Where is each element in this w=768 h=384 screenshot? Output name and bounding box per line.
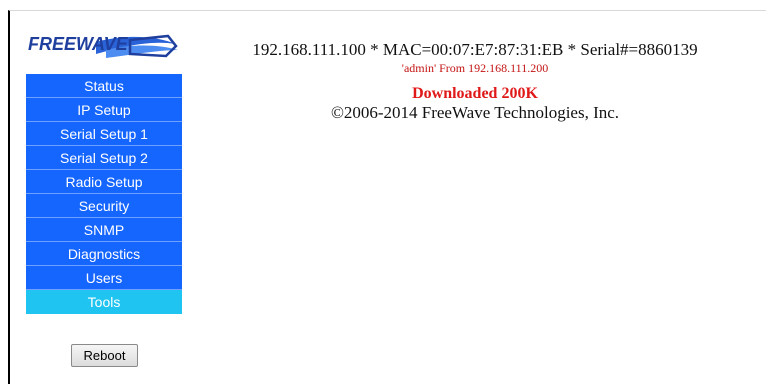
- login-info-line: 'admin' From 192.168.111.200: [401, 61, 549, 75]
- sidebar-nav: Status IP Setup Serial Setup 1 Serial Se…: [26, 74, 182, 314]
- reboot-button[interactable]: Reboot: [71, 344, 138, 367]
- sidebar-item-ip-setup[interactable]: IP Setup: [26, 98, 182, 122]
- sidebar-item-radio-setup[interactable]: Radio Setup: [26, 170, 182, 194]
- main-content: 192.168.111.100 * MAC=00:07:E7:87:31:EB …: [182, 40, 768, 123]
- sidebar: FREEWAVE Status IP Setup Serial Setup 1 …: [26, 24, 182, 314]
- logo-text: FREEWAVE: [28, 34, 128, 54]
- sidebar-item-security[interactable]: Security: [26, 194, 182, 218]
- freewave-logo: FREEWAVE: [26, 24, 182, 72]
- sidebar-item-status[interactable]: Status: [26, 74, 182, 98]
- sidebar-item-diagnostics[interactable]: Diagnostics: [26, 242, 182, 266]
- sidebar-item-serial-setup-2[interactable]: Serial Setup 2: [26, 146, 182, 170]
- sidebar-item-tools[interactable]: Tools: [26, 290, 182, 314]
- status-message: Downloaded 200K: [412, 85, 538, 102]
- sidebar-item-snmp[interactable]: SNMP: [26, 218, 182, 242]
- device-info-line: 192.168.111.100 * MAC=00:07:E7:87:31:EB …: [252, 40, 698, 59]
- copyright-text: ©2006-2014 FreeWave Technologies, Inc.: [330, 103, 620, 122]
- sidebar-item-serial-setup-1[interactable]: Serial Setup 1: [26, 122, 182, 146]
- sidebar-item-users[interactable]: Users: [26, 266, 182, 290]
